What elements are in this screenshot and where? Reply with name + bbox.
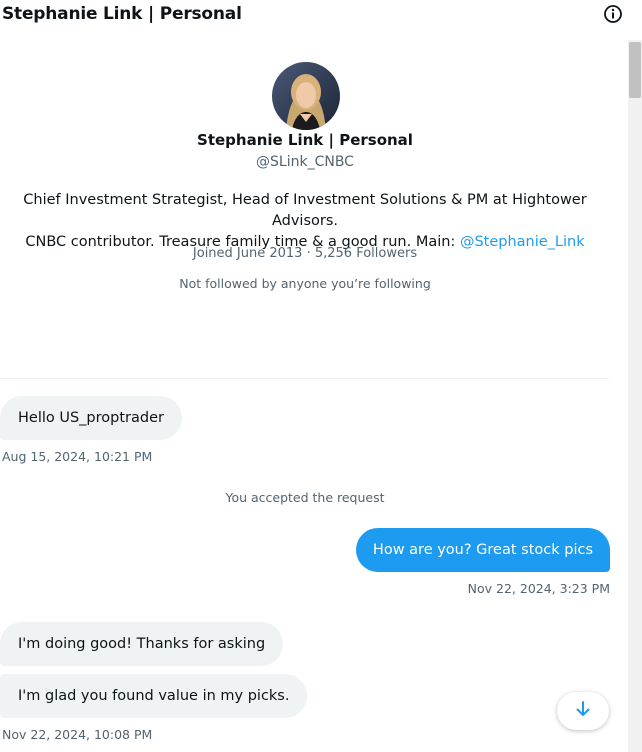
message-bubble-incoming[interactable]: I'm glad you found value in my picks. xyxy=(0,674,308,718)
scrollbar[interactable] xyxy=(628,40,642,752)
conversation-title: Stephanie Link | Personal xyxy=(2,4,242,24)
message-timestamp: Nov 22, 2024, 10:08 PM xyxy=(2,727,153,742)
message-bubble-outgoing[interactable]: How are you? Great stock pics xyxy=(355,528,610,572)
divider xyxy=(0,378,610,379)
message-bubble-incoming[interactable]: Hello US_proptrader xyxy=(0,396,182,440)
message-bubble-incoming[interactable]: I'm doing good! Thanks for asking xyxy=(0,622,284,666)
joined-followers: Joined June 2013 · 5,256 Followers xyxy=(192,246,418,261)
profile-handle[interactable]: @SLink_CNBC xyxy=(0,154,610,170)
message-timestamp: Nov 22, 2024, 3:23 PM xyxy=(467,581,610,596)
arrow-down-icon xyxy=(574,700,592,722)
info-icon[interactable] xyxy=(603,4,623,24)
profile-name[interactable]: Stephanie Link | Personal xyxy=(0,131,610,149)
message-timestamp: Aug 15, 2024, 10:21 PM xyxy=(2,449,153,464)
profile-bio: Chief Investment Strategist, Head of Inv… xyxy=(0,190,610,253)
bio-line-1: Chief Investment Strategist, Head of Inv… xyxy=(23,192,587,229)
scrollbar-thumb[interactable] xyxy=(629,42,641,98)
system-message: You accepted the request xyxy=(225,490,385,505)
not-followed-text: Not followed by anyone you’re following xyxy=(179,276,431,291)
conversation-header: Stephanie Link | Personal xyxy=(0,0,642,32)
scroll-to-bottom-button[interactable] xyxy=(557,692,609,730)
avatar[interactable] xyxy=(272,62,340,130)
